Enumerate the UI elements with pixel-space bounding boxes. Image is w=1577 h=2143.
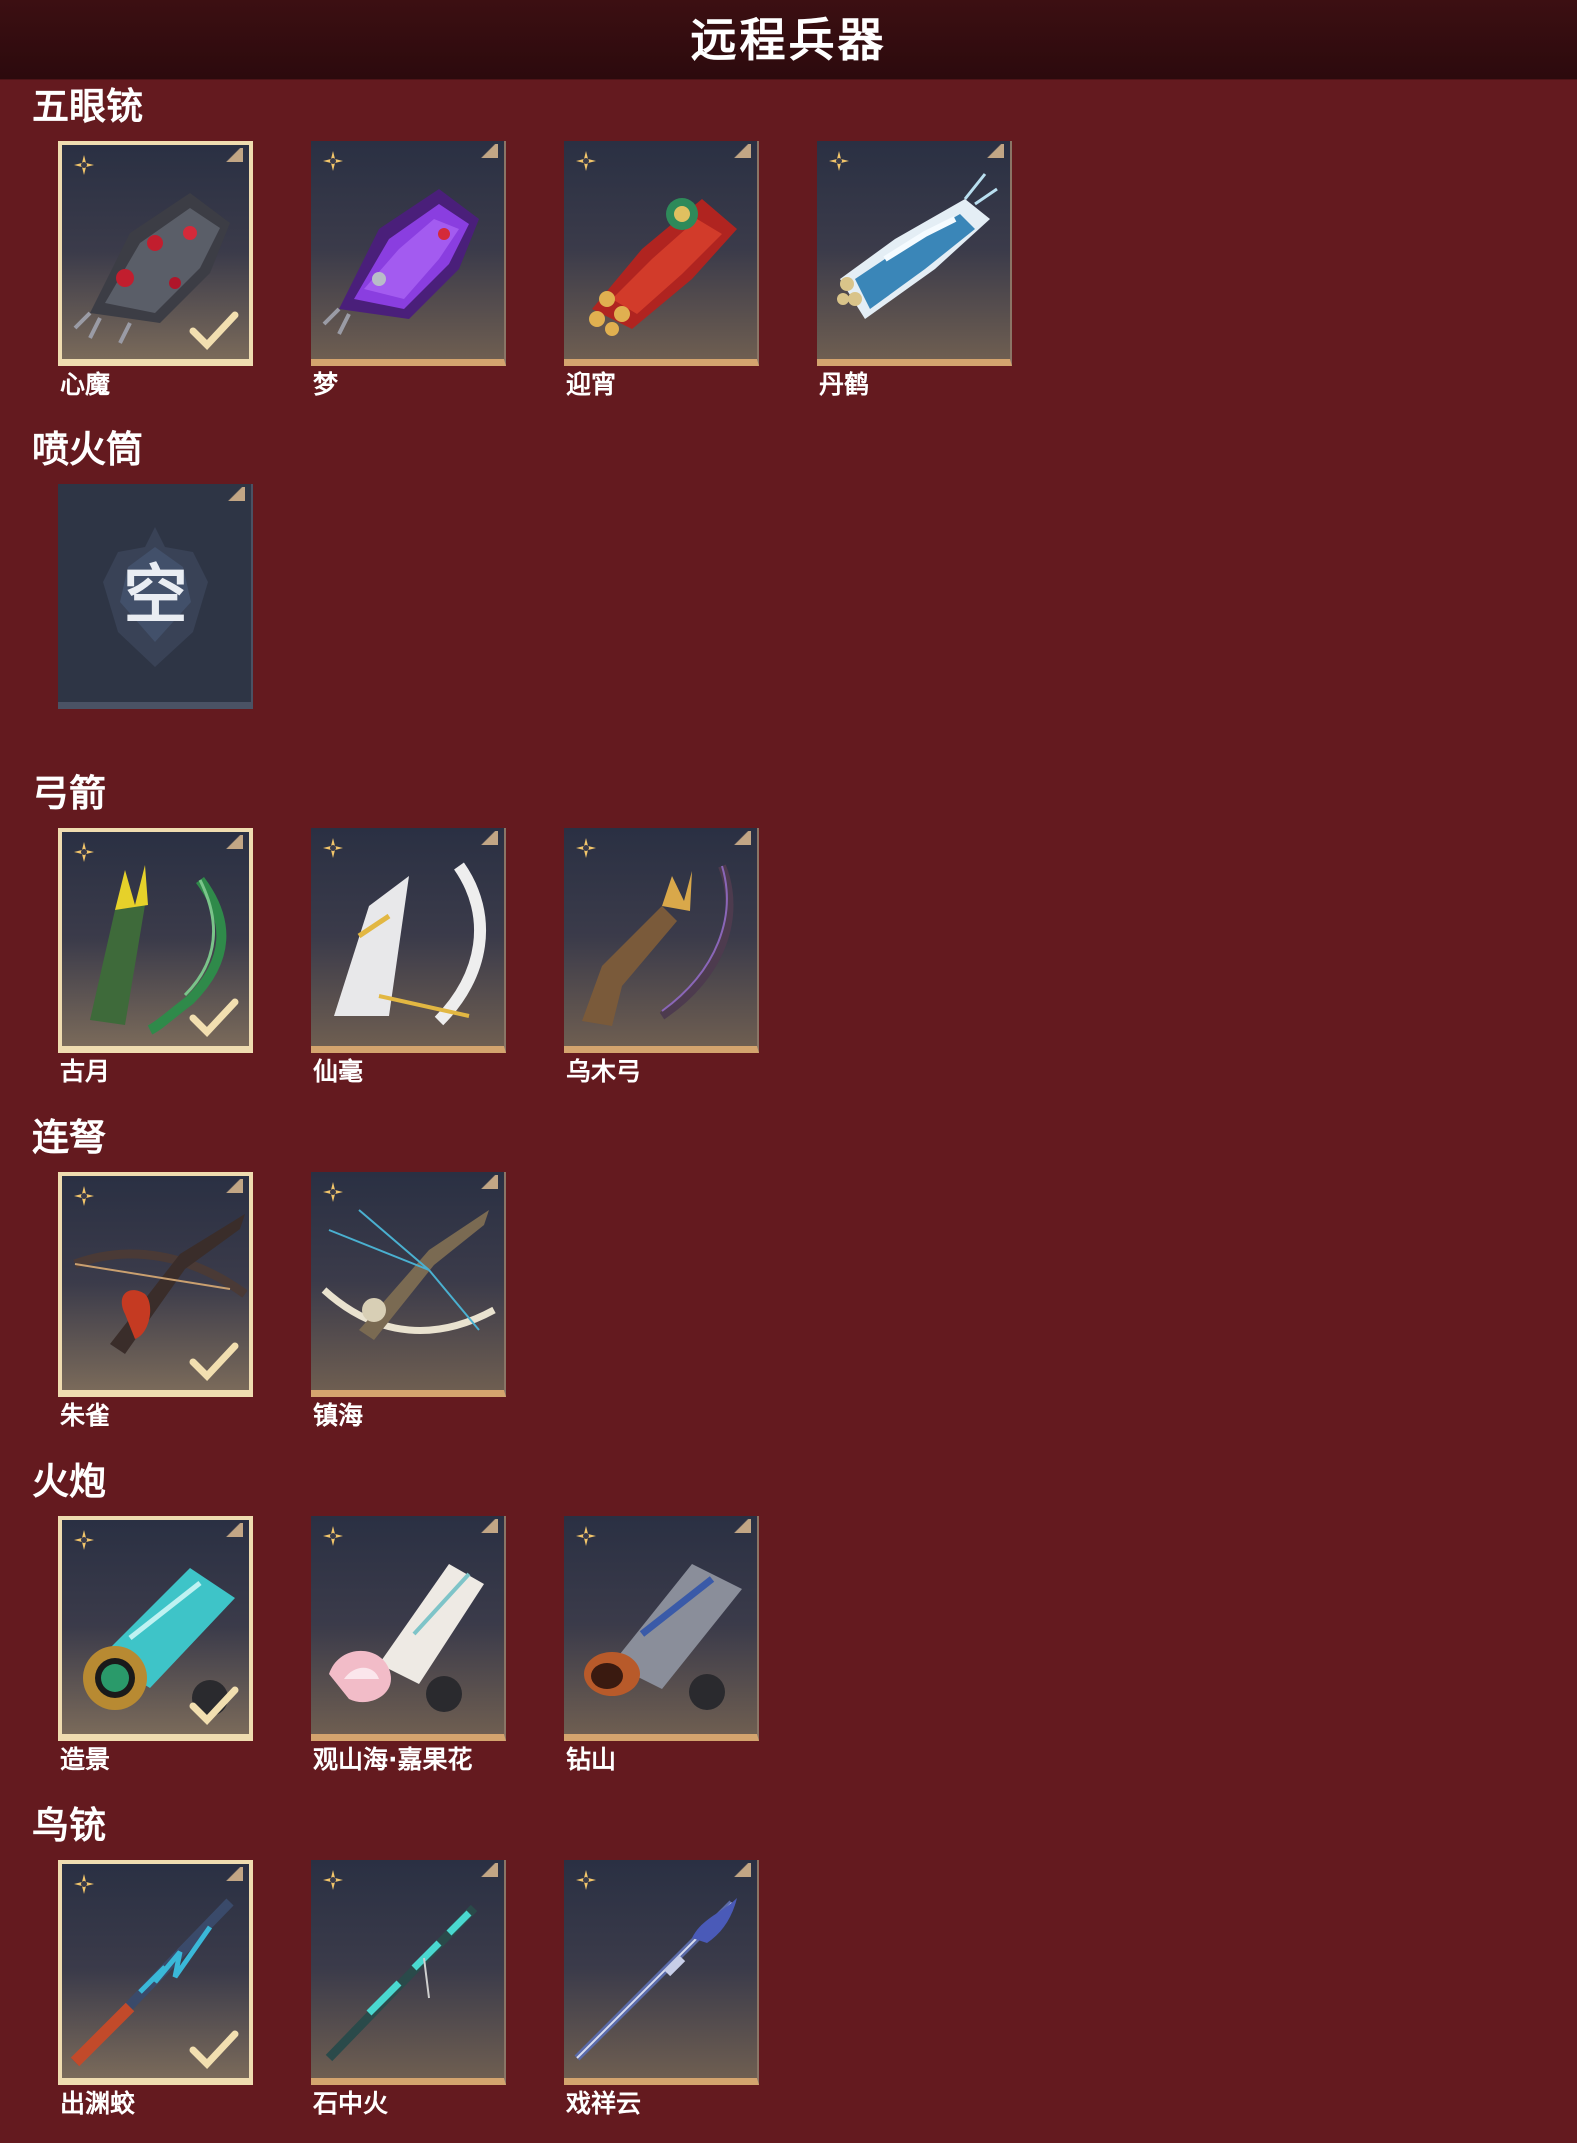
weapon-art-danhe bbox=[837, 173, 998, 319]
weapon-name: 心魔 bbox=[60, 370, 111, 399]
weapon-name: 朱雀 bbox=[60, 1401, 111, 1430]
corner-tag-icon bbox=[986, 144, 1004, 158]
equipped-check-icon bbox=[189, 1342, 239, 1382]
corner-tag-icon bbox=[733, 831, 751, 845]
card-frame bbox=[58, 1516, 253, 1741]
weapon-art-shizhonghuo bbox=[325, 1904, 478, 2062]
corner-tag-icon bbox=[480, 1863, 498, 1877]
weapon-card-xixiangyun[interactable]: 戏祥云 bbox=[564, 1860, 759, 2121]
weapon-card-yingxiao[interactable]: 迎宵 bbox=[564, 141, 759, 402]
corner-tag-icon bbox=[225, 148, 243, 162]
weapon-card-guyue[interactable]: 古月 bbox=[58, 828, 253, 1089]
corner-tag-icon bbox=[225, 1867, 243, 1881]
corner-tag-icon bbox=[480, 144, 498, 158]
weapon-card-meng[interactable]: 梦 bbox=[311, 141, 506, 402]
weapon-name: 仙毫 bbox=[313, 1057, 364, 1086]
weapon-card-xianhao[interactable]: 仙毫 bbox=[311, 828, 506, 1089]
card-frame bbox=[564, 828, 759, 1053]
weapon-name: 迎宵 bbox=[566, 370, 617, 399]
card-frame bbox=[58, 1172, 253, 1397]
weapon-art-zhenhai bbox=[321, 1209, 496, 1340]
corner-tag-icon bbox=[733, 144, 751, 158]
section-title: 弓箭 bbox=[32, 772, 106, 815]
empty-slot: 空 bbox=[58, 484, 253, 709]
corner-tag-icon bbox=[225, 835, 243, 849]
weapon-card-zhuque[interactable]: 朱雀 bbox=[58, 1172, 253, 1433]
weapon-card-chuyuanjiao[interactable]: 出渊蛟 bbox=[58, 1860, 253, 2121]
corner-tag-icon bbox=[733, 1863, 751, 1877]
card-frame bbox=[311, 1860, 506, 2085]
equipped-check-icon bbox=[189, 1686, 239, 1726]
weapon-art-yingxiao bbox=[589, 198, 737, 336]
weapon-name: 出渊蛟 bbox=[60, 2089, 136, 2118]
card-frame bbox=[58, 828, 253, 1053]
corner-tag-icon bbox=[480, 1519, 498, 1533]
weapon-card-guanshanhai[interactable]: 观山海·嘉果花 bbox=[311, 1516, 506, 1777]
weapon-art-meng bbox=[322, 189, 479, 335]
section-title: 连弩 bbox=[32, 1116, 106, 1159]
weapon-name: 观山海·嘉果花 bbox=[313, 1745, 473, 1774]
card-frame bbox=[564, 1516, 759, 1741]
card-frame bbox=[564, 141, 759, 366]
section-title: 五眼铳 bbox=[32, 85, 143, 128]
equipped-check-icon bbox=[189, 998, 239, 1038]
weapon-art-xianhao bbox=[334, 862, 486, 1026]
weapon-card-xinmo[interactable]: 心魔 bbox=[58, 141, 253, 402]
weapon-name: 戏祥云 bbox=[566, 2089, 642, 2118]
section-title: 喷火筒 bbox=[32, 428, 143, 471]
section-title: 鸟铳 bbox=[32, 1804, 106, 1847]
weapon-name: 梦 bbox=[313, 370, 339, 399]
weapon-card-empty[interactable]: 空 bbox=[58, 484, 253, 709]
weapon-card-zhenhai[interactable]: 镇海 bbox=[311, 1172, 506, 1433]
equipped-check-icon bbox=[189, 311, 239, 351]
card-frame bbox=[58, 141, 253, 366]
corner-tag-icon bbox=[225, 1179, 243, 1193]
empty-label: 空 bbox=[123, 559, 188, 633]
card-frame bbox=[564, 1860, 759, 2085]
card-frame bbox=[311, 1172, 506, 1397]
weapon-name: 古月 bbox=[60, 1057, 111, 1086]
weapon-name: 丹鹤 bbox=[819, 370, 870, 399]
equipped-check-icon bbox=[189, 2030, 239, 2070]
section-title: 火炮 bbox=[32, 1460, 106, 1503]
corner-tag-icon bbox=[733, 1519, 751, 1533]
weapon-card-danhe[interactable]: 丹鹤 bbox=[817, 141, 1012, 402]
weapon-card-zuanshan[interactable]: 钻山 bbox=[564, 1516, 759, 1777]
weapon-art-guanshanhai bbox=[329, 1564, 484, 1712]
card-frame bbox=[58, 1860, 253, 2085]
weapon-art-zuanshan bbox=[584, 1564, 742, 1710]
card-frame bbox=[817, 141, 1012, 366]
page-header: 远程兵器 bbox=[0, 0, 1577, 80]
weapon-name: 乌木弓 bbox=[566, 1057, 642, 1086]
corner-tag-icon bbox=[480, 1175, 498, 1189]
weapon-card-zaojing[interactable]: 造景 bbox=[58, 1516, 253, 1777]
card-frame bbox=[311, 828, 506, 1053]
weapon-art-wumugong bbox=[582, 864, 734, 1026]
weapon-card-wumugong[interactable]: 乌木弓 bbox=[564, 828, 759, 1089]
weapon-art-xixiangyun bbox=[574, 1898, 737, 2061]
weapon-card-shizhonghuo[interactable]: 石中火 bbox=[311, 1860, 506, 2121]
weapon-name: 造景 bbox=[60, 1745, 111, 1774]
corner-tag-icon bbox=[480, 831, 498, 845]
weapon-name: 镇海 bbox=[313, 1401, 364, 1430]
weapon-name: 钻山 bbox=[566, 1745, 617, 1774]
card-frame bbox=[311, 141, 506, 366]
corner-tag-icon bbox=[227, 487, 245, 501]
page-title: 远程兵器 bbox=[690, 13, 887, 67]
card-frame bbox=[311, 1516, 506, 1741]
weapon-name: 石中火 bbox=[313, 2089, 389, 2118]
corner-tag-icon bbox=[225, 1523, 243, 1537]
